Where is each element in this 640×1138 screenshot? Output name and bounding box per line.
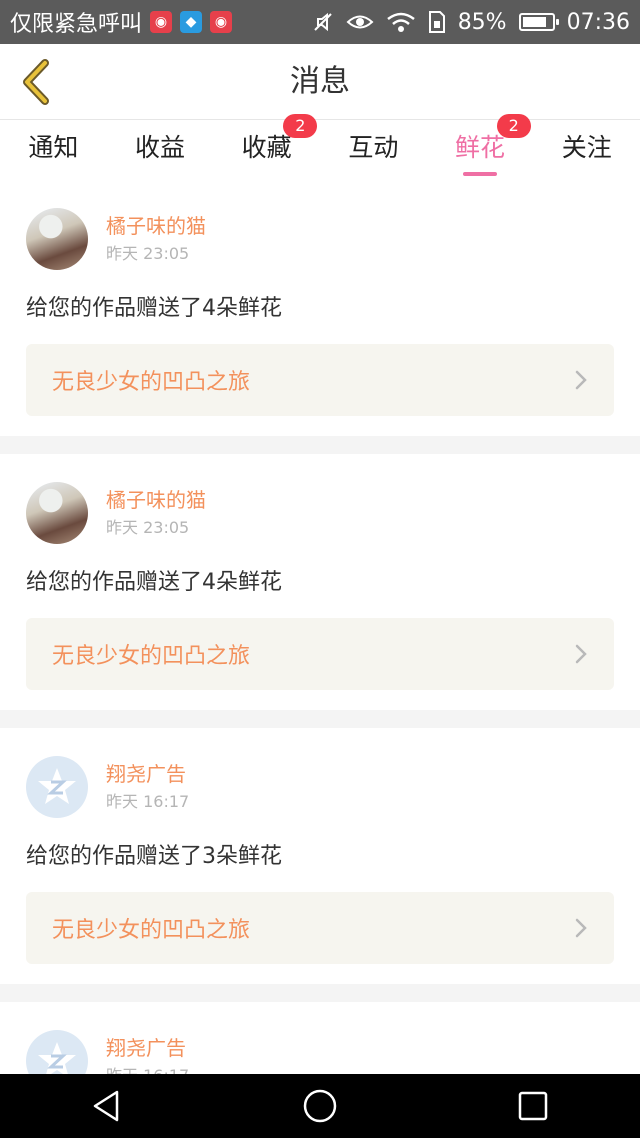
chevron-right-icon (575, 918, 587, 938)
work-title: 无良少女的凹凸之旅 (52, 644, 251, 669)
message-time: 昨天 23:05 (106, 518, 190, 537)
nav-home-button[interactable] (290, 1076, 350, 1136)
work-link[interactable]: 无良少女的凹凸之旅 (26, 892, 614, 964)
card-header: 橘子味的猫 昨天 23:05 (26, 208, 614, 270)
user-meta: 橘子味的猫 昨天 23:05 (106, 486, 206, 540)
tab-badge: 2 (283, 114, 318, 138)
location-pin-icon: ◆ (180, 11, 203, 33)
card-header: 翔尧广告 昨天 16:17 (26, 1030, 614, 1074)
status-right: 85% 07:36 (312, 10, 630, 35)
active-tab-indicator (463, 172, 498, 176)
nav-recents-button[interactable] (503, 1076, 563, 1136)
tab-following[interactable]: 关注 (533, 120, 640, 180)
battery-icon (518, 13, 559, 31)
sim-card-icon (428, 11, 445, 33)
carrier-text: 仅限紧急呼叫 (10, 12, 143, 37)
user-meta: 橘子味的猫 昨天 23:05 (106, 212, 206, 266)
header: 消息 (0, 44, 640, 120)
netease-music-icon: ◉ (210, 11, 233, 33)
page-title: 消息 (290, 64, 350, 99)
eye-icon (346, 15, 374, 29)
message-text: 给您的作品赠送了3朵鲜花 (26, 844, 282, 869)
work-link[interactable]: 无良少女的凹凸之旅 (26, 344, 614, 416)
user-meta: 翔尧广告 昨天 16:17 (106, 760, 189, 814)
recents-square-icon (519, 1091, 548, 1121)
tab-label: 通知 (28, 133, 79, 162)
system-nav-bar (0, 1074, 640, 1138)
avatar[interactable] (26, 482, 88, 544)
z-star-logo-icon (38, 768, 76, 804)
message-card: 橘子味的猫 昨天 23:05 给您的作品赠送了4朵鲜花 无良少女的凹凸之旅 (0, 180, 640, 436)
tab-label: 关注 (561, 133, 612, 162)
tab-label: 互动 (348, 133, 399, 162)
avatar[interactable] (26, 208, 88, 270)
tab-badge: 2 (496, 114, 531, 138)
message-time: 昨天 16:17 (106, 792, 190, 811)
battery-percent: 85% (457, 9, 507, 35)
avatar[interactable] (26, 1030, 88, 1074)
tab-interactions[interactable]: 互动 (320, 120, 427, 180)
z-star-logo-icon (38, 1042, 76, 1074)
tab-label: 收益 (135, 133, 186, 162)
tab-notifications[interactable]: 通知 (0, 120, 107, 180)
netease-music-icon: ◉ (150, 11, 173, 33)
tab-flowers[interactable]: 鲜花 2 (427, 114, 534, 180)
chevron-right-icon (575, 370, 587, 390)
card-header: 翔尧广告 昨天 16:17 (26, 756, 614, 818)
user-name[interactable]: 橘子味的猫 (106, 486, 206, 514)
status-bar: 仅限紧急呼叫 ◉ ◆ ◉ 85% 07:36 (0, 0, 640, 44)
work-title: 无良少女的凹凸之旅 (52, 370, 251, 395)
message-card: 翔尧广告 昨天 16:17 给您的作品赠送了3朵鲜花 无良少女的凹凸之旅 (0, 728, 640, 984)
card-header: 橘子味的猫 昨天 23:05 (26, 482, 614, 544)
clock: 07:36 (566, 9, 630, 35)
chevron-right-icon (575, 644, 587, 664)
nav-back-button[interactable] (77, 1076, 137, 1136)
tab-favorites[interactable]: 收藏 2 (213, 114, 320, 180)
tab-earnings[interactable]: 收益 (107, 120, 214, 180)
message-card: 橘子味的猫 昨天 23:05 给您的作品赠送了4朵鲜花 无良少女的凹凸之旅 (0, 454, 640, 710)
status-left: 仅限紧急呼叫 ◉ ◆ ◉ (10, 6, 233, 38)
message-time: 昨天 16:17 (106, 1064, 189, 1074)
work-link[interactable]: 无良少女的凹凸之旅 (26, 618, 614, 690)
home-circle-icon (303, 1089, 337, 1123)
user-name[interactable]: 翔尧广告 (106, 760, 189, 788)
message-feed[interactable]: 橘子味的猫 昨天 23:05 给您的作品赠送了4朵鲜花 无良少女的凹凸之旅 橘子… (0, 180, 640, 1074)
user-name[interactable]: 翔尧广告 (106, 1034, 189, 1062)
tab-label: 鲜花 (455, 133, 506, 162)
wifi-icon (386, 12, 415, 32)
mute-icon (313, 12, 332, 32)
user-meta: 翔尧广告 昨天 16:17 (106, 1034, 189, 1074)
message-time: 昨天 23:05 (106, 244, 190, 263)
work-title: 无良少女的凹凸之旅 (52, 918, 251, 943)
avatar[interactable] (26, 756, 88, 818)
back-triangle-icon (93, 1090, 118, 1122)
user-name[interactable]: 橘子味的猫 (106, 212, 206, 240)
tab-label: 收藏 (241, 133, 292, 162)
tab-bar: 通知 收益 收藏 2 互动 鲜花 2 关注 (0, 114, 640, 180)
message-card: 翔尧广告 昨天 16:17 (0, 1002, 640, 1074)
message-text: 给您的作品赠送了4朵鲜花 (26, 570, 282, 595)
message-text: 给您的作品赠送了4朵鲜花 (26, 296, 282, 321)
